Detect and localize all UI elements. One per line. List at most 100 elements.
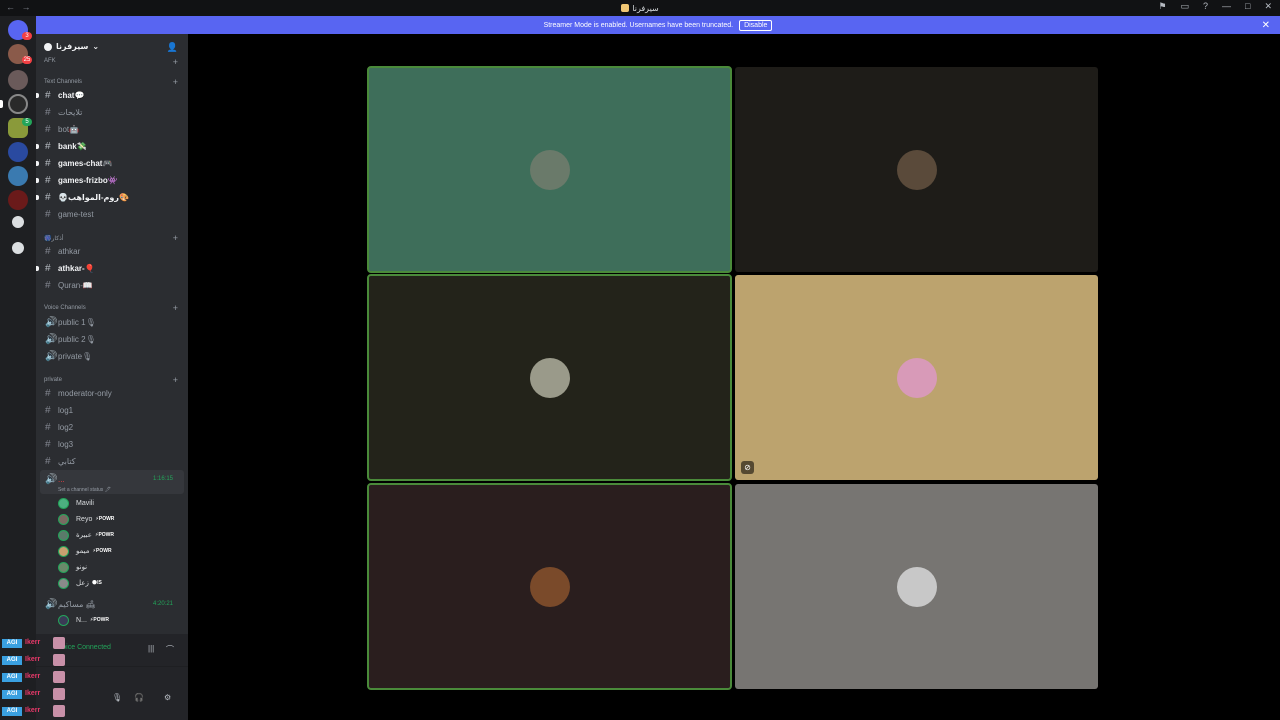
overlay-chat-line: AGI Ikerr xyxy=(0,653,70,670)
channel-item[interactable]: # games-frizbo👾 xyxy=(36,172,188,188)
voice-member[interactable]: عبيرة ⚡POWR xyxy=(58,528,114,542)
emote-icon xyxy=(53,654,65,666)
channel-name: chat💬 xyxy=(58,90,85,100)
participant-tile[interactable] xyxy=(367,274,732,481)
voice-member[interactable]: N... ⚡POWR xyxy=(58,613,109,627)
overlay-chat-line: AGI Ikerr xyxy=(0,670,70,687)
avatar xyxy=(58,614,69,626)
channel-item[interactable]: # 💀روم-المواهب🎨 xyxy=(36,189,188,205)
channel-item[interactable]: # تلايحات xyxy=(36,104,188,120)
avatar xyxy=(58,513,69,525)
participant-tile[interactable] xyxy=(735,67,1098,272)
channel-item[interactable]: # log1 xyxy=(36,402,188,418)
server-icon-3[interactable] xyxy=(8,94,28,114)
disable-button[interactable]: Disable xyxy=(739,19,773,31)
add-channel-icon[interactable]: + xyxy=(173,233,178,243)
channel-item[interactable]: # log3 xyxy=(36,436,188,452)
participant-tile[interactable]: ⊘ xyxy=(735,275,1098,480)
overlay-chat-line: AGI Ikerr xyxy=(0,687,70,704)
add-channel-icon[interactable]: + xyxy=(173,303,178,313)
server-icon-2[interactable] xyxy=(8,70,28,90)
channel-item[interactable]: # log2 xyxy=(36,419,188,435)
noise-icon[interactable]: ||| xyxy=(148,644,154,653)
channel-name: 💀روم-المواهب🎨 xyxy=(58,192,129,202)
server-header[interactable]: سيرفرنا ⌄ xyxy=(44,42,99,51)
disconnect-icon[interactable]: ⌒ xyxy=(166,644,174,655)
channel-item[interactable]: # bot🤖 xyxy=(36,121,188,137)
voice-member[interactable]: Reyo ⚡POWR xyxy=(58,512,114,526)
maximize-icon[interactable]: □ xyxy=(1245,1,1250,12)
channel-item[interactable]: # athkar-🎈 xyxy=(36,260,188,276)
screen-icon[interactable]: ▭ xyxy=(1180,1,1189,12)
video-grid: ⊘ xyxy=(188,34,1280,720)
invite-icon[interactable]: 👤 xyxy=(167,42,178,53)
channel-status[interactable]: Set a channel status 🖊 xyxy=(58,487,111,493)
close-window-icon[interactable]: ✕ xyxy=(1264,1,1272,12)
minimize-icon[interactable]: — xyxy=(1222,1,1231,12)
overlay-username: Ikerr xyxy=(25,673,41,680)
participant-tile[interactable] xyxy=(735,484,1098,689)
afk-label: AFK xyxy=(44,58,56,64)
unread-indicator xyxy=(36,92,39,98)
headphones-icon[interactable]: 🎧 xyxy=(134,693,144,702)
hash-icon: # xyxy=(45,404,51,416)
hash-icon: # xyxy=(45,191,51,203)
add-channel-icon[interactable]: + xyxy=(173,57,178,67)
afk-channel[interactable]: AFK + xyxy=(36,54,188,70)
channel-item[interactable]: # games-chat🎮 xyxy=(36,155,188,171)
server-icon-6[interactable] xyxy=(8,166,28,186)
channel-item[interactable]: 🔊 private🎙 xyxy=(36,348,188,364)
avatar xyxy=(58,561,69,573)
hash-icon: # xyxy=(45,455,51,467)
voice-member[interactable]: زعل 🌑IS xyxy=(58,576,102,590)
voice-member[interactable]: نونو xyxy=(58,560,87,574)
speaker-icon: 🔊 xyxy=(45,350,58,362)
unread-indicator xyxy=(36,143,39,149)
streamer-mode-banner: Streamer Mode is enabled. Usernames have… xyxy=(36,16,1280,34)
add-channel-icon[interactable]: + xyxy=(173,375,178,385)
mic-icon[interactable]: 🎙 xyxy=(112,693,122,702)
member-tag: ⚡POWR xyxy=(92,548,112,554)
add-channel-icon[interactable]: + xyxy=(173,77,178,87)
active-vc-timer: 1:16:15 xyxy=(153,476,174,482)
channel-item[interactable]: # bank💸 xyxy=(36,138,188,154)
server-rail: 3 25 5 xyxy=(0,16,36,720)
voice-member[interactable]: ميمو ⚡POWR xyxy=(58,544,112,558)
channel-name: game-test xyxy=(58,209,94,219)
hash-icon: # xyxy=(45,208,51,220)
channel-item[interactable]: # moderator-only xyxy=(36,385,188,401)
hash-icon: # xyxy=(45,157,51,169)
channel-item[interactable]: # game-test xyxy=(36,206,188,222)
banner-close-icon[interactable]: ✕ xyxy=(1262,20,1270,31)
add-server-icon[interactable] xyxy=(12,216,24,228)
explore-icon[interactable] xyxy=(12,242,24,254)
voice-member[interactable]: Mavili xyxy=(58,496,94,510)
channel-name: bot🤖 xyxy=(58,124,80,134)
member-tag: 🌑IS xyxy=(91,580,102,586)
window-title: سيرفرنا xyxy=(0,3,1280,13)
avatar xyxy=(58,529,69,541)
channel-item[interactable]: # chat💬 xyxy=(36,87,188,103)
hash-icon: # xyxy=(45,123,51,135)
participant-tile[interactable] xyxy=(367,483,732,690)
unread-indicator xyxy=(36,177,39,183)
channel-item[interactable]: 🔊 public 2🎙 xyxy=(36,331,188,347)
channel-item[interactable]: 🔊 public 1🎙 xyxy=(36,314,188,330)
channel-item[interactable]: # Quran-📖 xyxy=(36,277,188,293)
server-icon-5[interactable] xyxy=(8,142,28,162)
chat-overlay: AGI Ikerr AGI Ikerr AGI Ikerr AGI Ikerr AGI Ikerr xyxy=(0,636,70,720)
overlay-chat-line: AGI Ikerr xyxy=(0,704,70,720)
settings-gear-icon[interactable]: ⚙ xyxy=(164,693,171,702)
hash-icon: # xyxy=(45,106,51,118)
help-icon[interactable]: ? xyxy=(1203,1,1208,12)
channel-item[interactable]: # كتابي xyxy=(36,453,188,469)
window-title-text: سيرفرنا xyxy=(632,3,659,13)
channel-item[interactable]: # athkar xyxy=(36,243,188,259)
second-vc-timer: 4:20:21 xyxy=(153,601,174,607)
inbox-icon[interactable]: ⚑ xyxy=(1158,1,1166,12)
server-icon-7[interactable] xyxy=(8,190,28,210)
category-athkar-label: 🎆أذكار xyxy=(44,235,64,242)
participant-avatar xyxy=(896,566,937,607)
participant-avatar xyxy=(529,566,570,607)
participant-tile[interactable] xyxy=(367,66,732,273)
